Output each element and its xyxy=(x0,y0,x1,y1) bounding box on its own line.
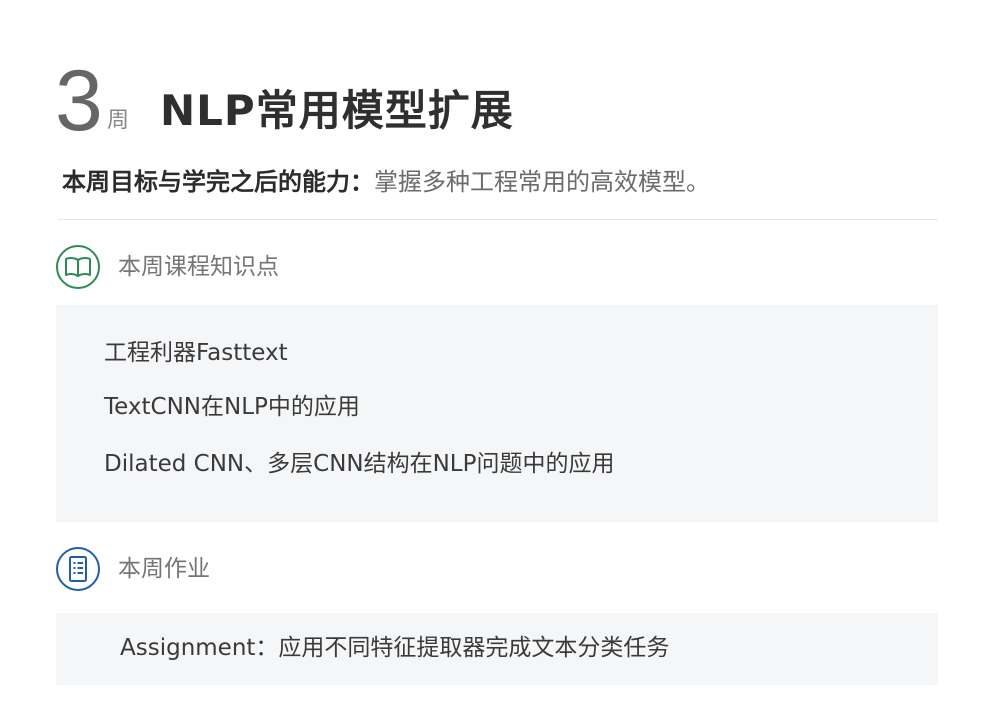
book-icon xyxy=(56,245,100,289)
week-goal-text: 掌握多种工程常用的高效模型。 xyxy=(374,168,710,196)
week-unit-label: 周 xyxy=(107,108,130,133)
knowledge-points-panel: 工程利器Fasttext TextCNN在NLP中的应用 Dilated CNN… xyxy=(56,305,938,522)
knowledge-point-item: Dilated CNN、多层CNN结构在NLP问题中的应用 xyxy=(104,451,615,477)
header-divider xyxy=(58,219,938,220)
week-goal-label: 本周目标与学完之后的能力： xyxy=(62,168,374,196)
homework-panel: Assignment：应用不同特征提取器完成文本分类任务 xyxy=(56,613,938,685)
week-number: 3 xyxy=(55,53,103,149)
document-list-icon xyxy=(56,547,100,591)
week-goal: 本周目标与学完之后的能力：掌握多种工程常用的高效模型。 xyxy=(62,166,710,198)
homework-section-header: 本周作业 xyxy=(56,545,210,593)
knowledge-section-label: 本周课程知识点 xyxy=(118,254,279,280)
assignment-text: Assignment：应用不同特征提取器完成文本分类任务 xyxy=(120,635,670,661)
knowledge-point-item: TextCNN在NLP中的应用 xyxy=(104,394,360,420)
knowledge-section-header: 本周课程知识点 xyxy=(56,243,279,291)
knowledge-point-item: 工程利器Fasttext xyxy=(104,340,288,366)
homework-section-label: 本周作业 xyxy=(118,556,210,582)
page-title: NLP常用模型扩展 xyxy=(160,86,514,135)
